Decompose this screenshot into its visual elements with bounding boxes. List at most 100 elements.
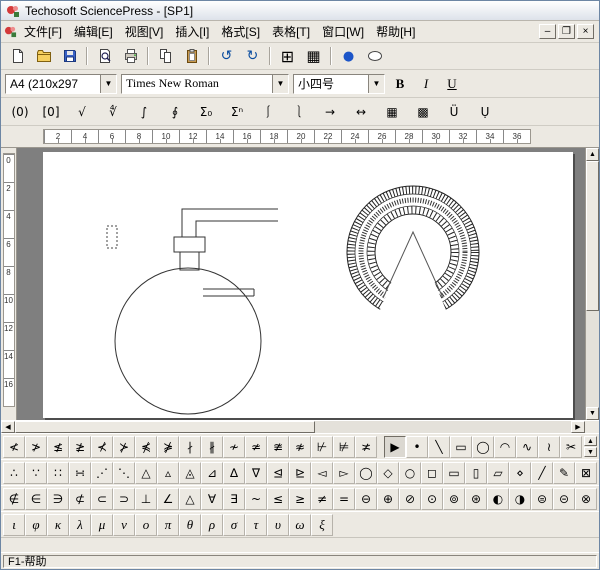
symbol-button[interactable]: ⊀ bbox=[91, 435, 113, 458]
page-size-select[interactable]: A4 (210x297 ▼ bbox=[5, 73, 117, 94]
greek-letter-button[interactable]: ν bbox=[113, 513, 135, 536]
chevron-down-icon[interactable]: ▼ bbox=[100, 74, 116, 93]
scroll-right-icon[interactable]: ▶ bbox=[571, 421, 585, 433]
symbol-button[interactable]: ≥ bbox=[289, 487, 311, 510]
save-button[interactable] bbox=[57, 45, 82, 67]
math-tool-button[interactable]: [0] bbox=[36, 101, 66, 123]
symbol-button[interactable]: ▻ bbox=[333, 461, 355, 484]
symbol-button[interactable]: ▵ bbox=[157, 461, 179, 484]
circle-symbol-button[interactable]: ⊛ bbox=[465, 487, 487, 510]
menu-item[interactable]: 视图[V] bbox=[119, 21, 170, 42]
greek-letter-button[interactable]: ξ bbox=[311, 513, 333, 536]
symbol-button[interactable]: ∀ bbox=[201, 487, 223, 510]
menu-item[interactable]: 文件[F] bbox=[18, 21, 68, 42]
print-button[interactable] bbox=[118, 45, 143, 67]
math-tool-button[interactable]: ∮ bbox=[160, 101, 190, 123]
shape-tool-button[interactable]: ⊠ bbox=[575, 461, 597, 484]
circle-symbol-button[interactable]: ⊜ bbox=[531, 487, 553, 510]
menu-item[interactable]: 编辑[E] bbox=[68, 21, 119, 42]
symbol-button[interactable]: ≄ bbox=[245, 435, 267, 458]
underline-button[interactable]: U bbox=[441, 74, 463, 94]
greek-letter-button[interactable]: θ bbox=[179, 513, 201, 536]
symbol-button[interactable]: ◬ bbox=[179, 461, 201, 484]
symbol-button[interactable]: ⋠ bbox=[135, 435, 157, 458]
font-size-select[interactable]: 小四号 ▼ bbox=[293, 73, 385, 94]
symbol-button[interactable]: ≉ bbox=[289, 435, 311, 458]
greek-letter-button[interactable]: σ bbox=[223, 513, 245, 536]
circle-symbol-button[interactable]: ⊝ bbox=[553, 487, 575, 510]
math-tool-button[interactable]: ∫ bbox=[129, 101, 159, 123]
bold-button[interactable]: B bbox=[389, 74, 411, 94]
symbol-button[interactable]: ⊃ bbox=[113, 487, 135, 510]
insert-object-button[interactable]: ● bbox=[336, 45, 361, 67]
circle-symbol-button[interactable]: ⊘ bbox=[399, 487, 421, 510]
symbol-button[interactable]: ≇ bbox=[267, 435, 289, 458]
chevron-down-icon[interactable]: ▼ bbox=[368, 74, 384, 93]
symbol-button[interactable]: ∇ bbox=[245, 461, 267, 484]
math-tool-button[interactable]: → bbox=[315, 101, 345, 123]
symbol-button[interactable]: △ bbox=[135, 461, 157, 484]
symbol-button[interactable]: ⊿ bbox=[201, 461, 223, 484]
symbol-button[interactable]: ∵ bbox=[25, 461, 47, 484]
scroll-up-icon[interactable]: ▲ bbox=[584, 436, 597, 446]
shape-tool-button[interactable]: ○ bbox=[399, 461, 421, 484]
vertical-scroll-track[interactable] bbox=[586, 311, 599, 407]
new-document-button[interactable] bbox=[5, 45, 30, 67]
greek-letter-button[interactable]: ρ bbox=[201, 513, 223, 536]
symbol-button[interactable]: ≁ bbox=[223, 435, 245, 458]
symbol-button[interactable]: ≮ bbox=[3, 435, 25, 458]
greek-letter-button[interactable]: ι bbox=[3, 513, 25, 536]
shape-tool-button[interactable]: ◯ bbox=[355, 461, 377, 484]
circle-symbol-button[interactable]: ⊚ bbox=[443, 487, 465, 510]
math-tool-button[interactable]: Σⁿ bbox=[222, 101, 252, 123]
symbol-button[interactable]: ∤ bbox=[179, 435, 201, 458]
draw-tool-button[interactable]: ≀ bbox=[538, 435, 560, 458]
shape-tool-button[interactable]: ╱ bbox=[531, 461, 553, 484]
math-tool-button[interactable]: ▦ bbox=[377, 101, 407, 123]
circle-symbol-button[interactable]: ⊗ bbox=[575, 487, 597, 510]
symbol-button[interactable]: ⊴ bbox=[267, 461, 289, 484]
symbol-button[interactable]: ⊬ bbox=[311, 435, 333, 458]
greek-letter-button[interactable]: κ bbox=[47, 513, 69, 536]
insert-table-button[interactable]: ⊞ bbox=[275, 45, 300, 67]
greek-letter-button[interactable]: φ bbox=[25, 513, 47, 536]
draw-tool-button[interactable]: ▶ bbox=[384, 435, 406, 458]
shape-tool-button[interactable]: ▭ bbox=[443, 461, 465, 484]
symbol-button[interactable]: ∴ bbox=[3, 461, 25, 484]
symbol-button[interactable]: ⊂ bbox=[91, 487, 113, 510]
symbol-button[interactable]: ∉ bbox=[3, 487, 25, 510]
symbol-button[interactable]: = bbox=[333, 487, 355, 510]
math-tool-button[interactable]: ∜ bbox=[98, 101, 128, 123]
symbol-button[interactable]: ⊭ bbox=[333, 435, 355, 458]
symbol-button[interactable]: ≭ bbox=[355, 435, 377, 458]
greek-letter-button[interactable]: ω bbox=[289, 513, 311, 536]
draw-tool-button[interactable]: ◠ bbox=[494, 435, 516, 458]
restore-button[interactable]: ❐ bbox=[558, 24, 575, 39]
scroll-up-icon[interactable]: ▲ bbox=[586, 148, 599, 161]
symbol-button[interactable]: ~ bbox=[245, 487, 267, 510]
symbol-button[interactable]: ≤ bbox=[267, 487, 289, 510]
math-tool-button[interactable]: Σ₀ bbox=[191, 101, 221, 123]
italic-button[interactable]: I bbox=[415, 74, 437, 94]
vertical-scrollbar[interactable]: ▲ ▼ bbox=[585, 148, 599, 420]
menu-item[interactable]: 插入[I] bbox=[169, 21, 215, 42]
symbol-button[interactable]: △ bbox=[179, 487, 201, 510]
symbol-button[interactable]: ◅ bbox=[311, 461, 333, 484]
symbol-button[interactable]: ∦ bbox=[201, 435, 223, 458]
greek-letter-button[interactable]: λ bbox=[69, 513, 91, 536]
symbol-button[interactable]: ≰ bbox=[47, 435, 69, 458]
shape-tool-button[interactable]: ✎ bbox=[553, 461, 575, 484]
minimize-button[interactable]: – bbox=[539, 24, 556, 39]
menu-item[interactable]: 表格[T] bbox=[266, 21, 316, 42]
symbol-button[interactable]: ⋡ bbox=[157, 435, 179, 458]
menu-item[interactable]: 格式[S] bbox=[215, 21, 266, 42]
circle-symbol-button[interactable]: ⊙ bbox=[421, 487, 443, 510]
math-tool-button[interactable]: √ bbox=[67, 101, 97, 123]
symbol-button[interactable]: ⊄ bbox=[69, 487, 91, 510]
greek-letter-button[interactable]: π bbox=[157, 513, 179, 536]
math-tool-button[interactable]: ⎱ bbox=[284, 101, 314, 123]
greek-letter-button[interactable]: ο bbox=[135, 513, 157, 536]
math-tool-button[interactable]: Ü bbox=[439, 101, 469, 123]
horizontal-scroll-track[interactable] bbox=[315, 421, 571, 433]
circle-symbol-button[interactable]: ◑ bbox=[509, 487, 531, 510]
